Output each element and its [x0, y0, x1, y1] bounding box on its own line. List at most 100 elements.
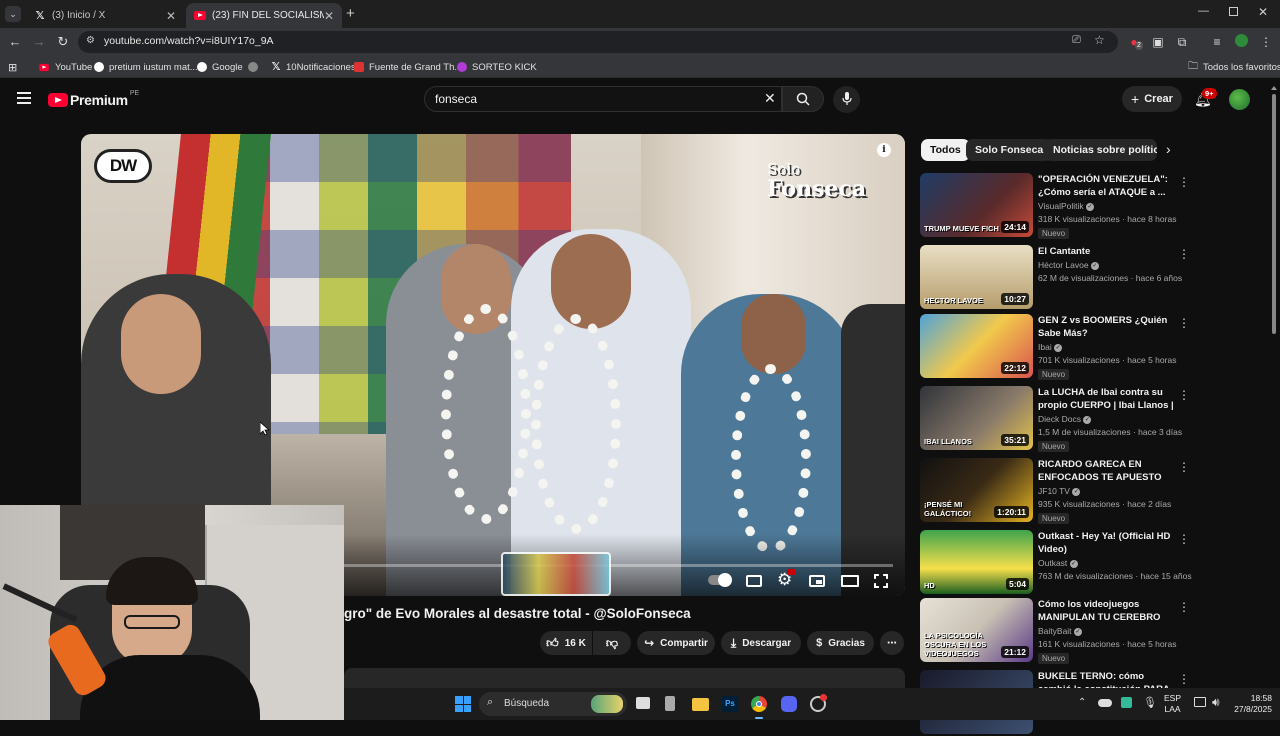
- recommendation-title[interactable]: El Cantante: [1038, 245, 1178, 258]
- bookmark-sorteo[interactable]: SORTEO KICK: [457, 60, 537, 74]
- chip-solo-fonseca[interactable]: Solo Fonseca: [966, 139, 1053, 161]
- recommendation-item[interactable]: IBAI LLANOS 35:21 La LUCHA de Ibai contra …: [920, 386, 1190, 452]
- video-thumbnail[interactable]: HD 5:04: [920, 530, 1033, 594]
- channel-name[interactable]: BaityBait ✓: [1038, 626, 1082, 636]
- share-button[interactable]: ↪ Compartir: [637, 631, 715, 655]
- scroll-up-arrow-icon[interactable]: [1271, 86, 1277, 90]
- scrollbar-thumb[interactable]: [1272, 94, 1276, 334]
- profile-avatar[interactable]: [1233, 34, 1249, 50]
- browser-tab-youtube[interactable]: (23) FIN DEL SOCIALISMO EN B ✕: [186, 3, 342, 28]
- recommendation-title[interactable]: Cómo los videojuegos MANIPULAN TU CEREBR…: [1038, 598, 1178, 624]
- tab-search-button[interactable]: ⌄: [5, 6, 21, 22]
- tray-app-icon[interactable]: [1121, 697, 1132, 708]
- cast-icon[interactable]: ⎚: [1072, 34, 1081, 47]
- all-bookmarks[interactable]: 🗀 Todos los favoritos: [1188, 60, 1280, 74]
- discord-icon[interactable]: [781, 696, 797, 712]
- recommendation-title[interactable]: Outkast - Hey Ya! (Official HD Video): [1038, 530, 1178, 556]
- recommendation-item[interactable]: HECTOR LAVOE 10:27 El Cantante Héctor Lavoe…: [920, 245, 1190, 311]
- browser-menu-icon[interactable]: ⋮: [1258, 34, 1274, 50]
- channel-name[interactable]: Dieck Docs ✓: [1038, 414, 1092, 424]
- subtitles-icon[interactable]: [746, 575, 762, 587]
- channel-name[interactable]: Ibai ✓: [1038, 342, 1063, 352]
- notifications-bell-icon[interactable]: 🔔︎ 9+: [1194, 88, 1217, 108]
- restore-icon[interactable]: [1229, 7, 1238, 16]
- windows-start-icon[interactable]: [455, 696, 471, 712]
- hamburger-menu-icon[interactable]: [17, 92, 31, 104]
- more-actions-button[interactable]: ⋯: [880, 631, 904, 655]
- tray-overflow-icon[interactable]: ⌃: [1078, 697, 1086, 708]
- clear-search-icon[interactable]: ✕: [764, 90, 776, 107]
- chip-todos[interactable]: Todos: [921, 139, 970, 161]
- task-view-icon[interactable]: [636, 697, 650, 709]
- more-options-icon[interactable]: ⋮: [1178, 532, 1190, 546]
- recommendation-item[interactable]: HD 5:04 Outkast - Hey Ya! (Official HD Vid…: [920, 530, 1192, 596]
- more-options-icon[interactable]: ⋮: [1178, 175, 1190, 189]
- channel-name[interactable]: JF10 TV ✓: [1038, 486, 1081, 496]
- extensions-puzzle-icon[interactable]: ⧉: [1174, 34, 1190, 50]
- bookmark-youtube[interactable]: YouTube: [38, 60, 92, 74]
- recommendation-item[interactable]: LA PSICOLOGÍA OSCURA EN LOS VIDEOJUEGOS 2…: [920, 598, 1190, 664]
- app-icon[interactable]: [665, 696, 675, 711]
- language-indicator[interactable]: ESP LAA: [1164, 693, 1181, 715]
- bookmark-google[interactable]: Google: [197, 60, 243, 74]
- apps-grid-icon[interactable]: ⊞: [8, 60, 17, 74]
- forward-icon[interactable]: →: [31, 34, 47, 50]
- close-window-icon[interactable]: ✕: [1258, 5, 1268, 19]
- back-icon[interactable]: ←: [7, 34, 23, 50]
- video-thumbnail[interactable]: TRUMP MUEVE FICH 24:14: [920, 173, 1033, 237]
- bookmark-star-icon[interactable]: ☆: [1094, 33, 1105, 47]
- minimize-icon[interactable]: —: [1198, 5, 1209, 17]
- like-button[interactable]: 👍︎ 16 K: [540, 631, 592, 655]
- more-options-icon[interactable]: ⋮: [1178, 316, 1190, 330]
- bookmark-gta[interactable]: Fuente de Grand Th...: [354, 60, 462, 74]
- channel-name[interactable]: Héctor Lavoe ✓: [1038, 260, 1099, 270]
- network-icon[interactable]: [1194, 697, 1206, 707]
- new-tab-button[interactable]: +: [346, 5, 355, 22]
- address-bar[interactable]: ⚙ youtube.com/watch?v=i8UIY17o_9A ⎚ ☆: [78, 31, 1118, 53]
- account-avatar[interactable]: [1229, 89, 1250, 110]
- youtube-logo[interactable]: Premium PE: [48, 90, 139, 108]
- more-options-icon[interactable]: ⋮: [1178, 388, 1190, 402]
- recommendation-title[interactable]: "OPERACIÓN VENEZUELA": ¿Cómo sería el AT…: [1038, 173, 1178, 199]
- recommendation-item[interactable]: TRUMP MUEVE FICH 24:14 "OPERACIÓN VENEZUEL…: [920, 173, 1190, 239]
- extension-shield-icon[interactable]: ● 2: [1126, 34, 1143, 50]
- channel-name[interactable]: VisualPolitik ✓: [1038, 201, 1095, 211]
- onedrive-icon[interactable]: [1098, 699, 1112, 707]
- recommendation-title[interactable]: GEN Z vs BOOMERS ¿Quién Sabe Más?: [1038, 314, 1178, 340]
- chips-next-arrow-icon[interactable]: ›: [1166, 141, 1171, 157]
- taskbar-search[interactable]: ⌕ Búsqueda: [479, 692, 627, 716]
- bookmark-globe[interactable]: [248, 60, 263, 74]
- miniplayer-icon[interactable]: [809, 575, 825, 587]
- more-options-icon[interactable]: ⋮: [1178, 672, 1190, 686]
- recommendation-item[interactable]: ¡PENSÉ MI GALÁCTICO! 1:20:11 RICARDO GAREC…: [920, 458, 1190, 524]
- browser-tab-x[interactable]: 𝕏 (3) Inicio / X ✕: [26, 3, 184, 28]
- download-button[interactable]: ⤓ Descargar: [721, 631, 801, 655]
- site-info-icon[interactable]: ⚙: [86, 35, 95, 46]
- info-icon[interactable]: i: [877, 143, 891, 157]
- bookmark-pretium[interactable]: pretium iustum mat...: [94, 60, 198, 74]
- recommendation-item[interactable]: 22:12 GEN Z vs BOOMERS ¿Quién Sabe Más? Ib…: [920, 314, 1190, 380]
- app-badge-icon[interactable]: [810, 694, 827, 712]
- tray-mic-icon[interactable]: 🎙︎: [1143, 696, 1157, 709]
- video-thumbnail[interactable]: 22:12: [920, 314, 1033, 378]
- settings-gear-icon[interactable]: ⚙: [777, 569, 795, 590]
- photoshop-icon[interactable]: Ps: [722, 696, 738, 712]
- description-box[interactable]: [344, 668, 905, 688]
- video-thumbnail[interactable]: ¡PENSÉ MI GALÁCTICO! 1:20:11: [920, 458, 1033, 522]
- volume-icon[interactable]: 🔊︎: [1212, 695, 1220, 710]
- video-thumbnail[interactable]: HECTOR LAVOE 10:27: [920, 245, 1033, 309]
- theater-mode-icon[interactable]: [841, 575, 859, 587]
- more-options-icon[interactable]: ⋮: [1178, 600, 1190, 614]
- chrome-icon[interactable]: [751, 696, 767, 712]
- autoplay-toggle[interactable]: [708, 573, 732, 587]
- recommendation-title[interactable]: La LUCHA de Ibai contra su propio CUERPO…: [1038, 386, 1178, 413]
- create-button[interactable]: + Crear: [1122, 86, 1182, 112]
- clock[interactable]: 18:58 27/8/2025: [1234, 693, 1272, 715]
- reading-list-icon[interactable]: ≡: [1209, 34, 1225, 50]
- channel-name[interactable]: Outkast ✓: [1038, 558, 1078, 568]
- page-scrollbar[interactable]: [1271, 86, 1277, 686]
- dislike-button[interactable]: 👎︎: [593, 631, 631, 655]
- video-thumbnail[interactable]: LA PSICOLOGÍA OSCURA EN LOS VIDEOJUEGOS 2…: [920, 598, 1033, 662]
- more-options-icon[interactable]: ⋮: [1178, 460, 1190, 474]
- search-button[interactable]: [782, 86, 824, 112]
